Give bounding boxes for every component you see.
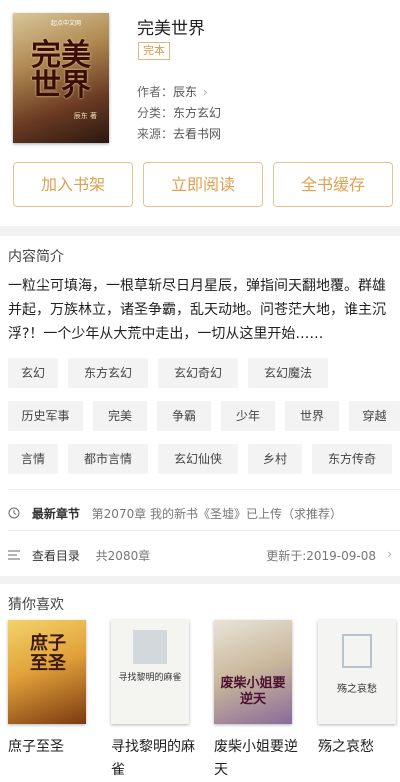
tag-chip[interactable]: 争霸 (157, 401, 211, 431)
row-divider (8, 530, 400, 531)
clock-icon (8, 507, 24, 521)
book-title: 完美世界 (137, 19, 205, 39)
author-row[interactable]: 作者：辰东 › (137, 83, 208, 100)
recommend-cover[interactable]: 殇之哀愁 (318, 620, 396, 724)
recommend-heading: 猜你喜欢 (8, 597, 64, 613)
updated-date: 更新于:2019-09-08 (266, 549, 376, 563)
cover-art (342, 634, 372, 668)
latest-chapter-title[interactable]: 第2070章 我的新书《圣墟》已上传（求推荐） (92, 507, 342, 521)
tag-chip[interactable]: 玄幻魔法 (248, 358, 328, 388)
recommend-title[interactable]: 废柴小姐要逆天 (214, 736, 298, 782)
row-divider (8, 489, 400, 490)
catalog-label[interactable]: 查看目录 (32, 549, 80, 563)
category-label: 分类： (137, 106, 174, 120)
recommend-cover[interactable]: 庶子至圣 (8, 620, 86, 724)
tag-chip[interactable]: 完美 (93, 401, 147, 431)
latest-chapter-label: 最新章节 (31, 507, 80, 521)
tag-chip[interactable]: 玄幻 (8, 358, 58, 388)
recommend-title[interactable]: 庶子至圣 (8, 736, 98, 759)
chapter-count: 共2080章 (95, 549, 151, 563)
intro-heading: 内容简介 (8, 249, 64, 265)
tag-chip[interactable]: 东方传奇 (312, 444, 392, 474)
tag-chip[interactable]: 世界 (285, 401, 339, 431)
tag-chip[interactable]: 都市言情 (68, 444, 148, 474)
cover-art (133, 630, 167, 664)
chevron-right-icon: › (387, 547, 392, 561)
section-divider (0, 226, 400, 236)
book-cover: 起点中文网 完美世界 辰东 著 (13, 13, 109, 143)
chevron-right-icon: › (203, 85, 208, 99)
category-value: 东方玄幻 (173, 106, 222, 120)
intro-text: 一粒尘可填海，一根草斩尽日月星辰，弹指间天翻地覆。群雄并起，万族林立，诸圣争霸，… (8, 278, 386, 342)
recommend-title[interactable]: 寻找黎明的麻雀 (111, 736, 195, 782)
tag-chip[interactable]: 历史军事 (8, 401, 83, 431)
cover-title-text: 完美世界 (31, 38, 91, 103)
latest-chapter-row[interactable]: 最新章节 第2070章 我的新书《圣墟》已上传（求推荐） (8, 505, 342, 522)
tag-chip[interactable]: 穿越 (349, 401, 400, 431)
cover-publisher-text: 起点中文网 (51, 20, 82, 27)
add-to-shelf-button[interactable]: 加入书架 (13, 162, 133, 207)
recommend-cover-text: 废柴小姐要逆天 (220, 676, 286, 707)
tag-chip[interactable]: 玄幻奇幻 (158, 358, 238, 388)
tag-chip[interactable]: 乡村 (248, 444, 302, 474)
source-row: 来源：去看书网 (137, 125, 221, 142)
source-value: 去看书网 (173, 127, 222, 141)
tag-chip[interactable]: 玄幻仙侠 (158, 444, 238, 474)
status-badge: 完本 (138, 42, 170, 60)
author-name[interactable]: 辰东 (173, 85, 197, 99)
cover-author-text: 辰东 著 (73, 112, 97, 120)
recommend-cover-text: 殇之哀愁 (337, 684, 377, 695)
recommend-cover[interactable]: 废柴小姐要逆天 (214, 620, 292, 724)
catalog-row[interactable]: 查看目录 共2080章 更新于:2019-09-08 › (8, 547, 392, 564)
recommend-cover-text: 寻找黎明的麻雀 (118, 673, 182, 683)
recommend-cover[interactable]: 寻找黎明的麻雀 (111, 620, 189, 724)
category-row: 分类：东方玄幻 (137, 104, 221, 121)
source-label: 来源： (137, 127, 174, 141)
read-now-button[interactable]: 立即阅读 (143, 162, 263, 207)
recommend-title[interactable]: 殇之哀愁 (318, 736, 400, 759)
list-icon (8, 549, 24, 563)
tag-chip[interactable]: 言情 (8, 444, 58, 474)
tag-chip[interactable]: 东方玄幻 (68, 358, 148, 388)
tag-chip[interactable]: 少年 (221, 401, 275, 431)
author-label: 作者： (137, 85, 174, 99)
cache-all-button[interactable]: 全书缓存 (273, 162, 393, 207)
section-divider (0, 576, 400, 584)
recommend-cover-text: 庶子至圣 (30, 633, 66, 674)
